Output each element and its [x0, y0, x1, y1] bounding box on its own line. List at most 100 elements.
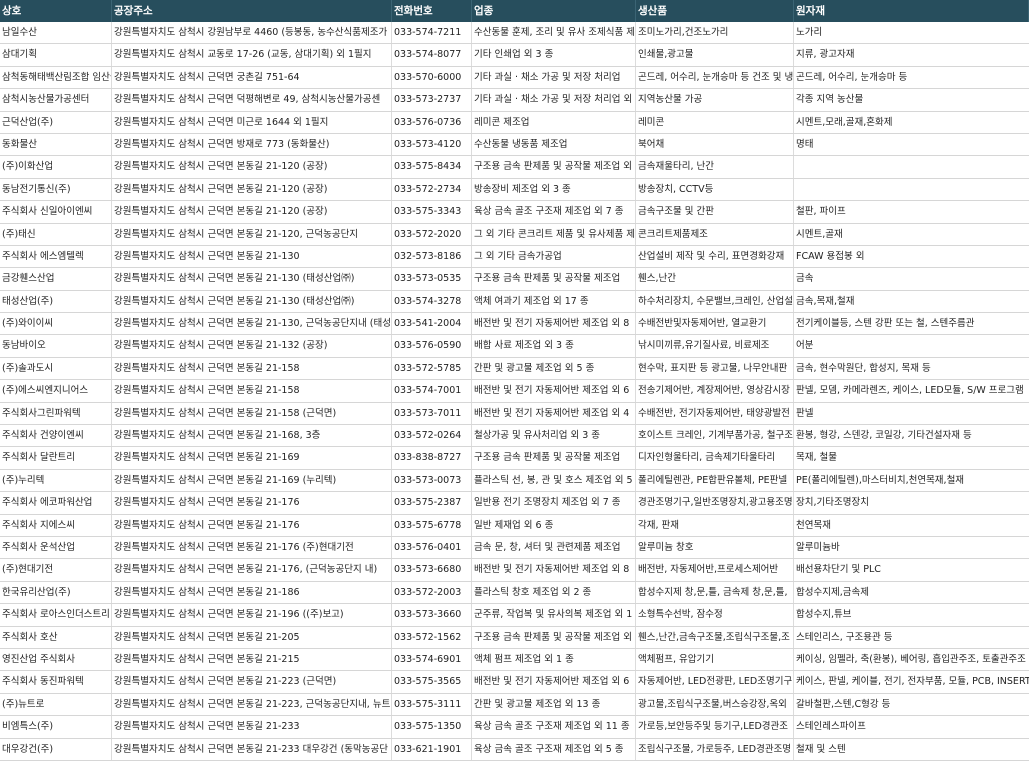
cell-company[interactable]: 대우강건(주): [0, 738, 112, 760]
cell-materials[interactable]: 명태: [794, 134, 1029, 155]
cell-industry[interactable]: 철상가공 및 유사처리업 외 3 종: [472, 425, 636, 447]
cell-address[interactable]: 강원특별자치도 삼척시 교동로 17-26 (교동, 삼대기획) 외 1필지: [112, 44, 392, 66]
cell-products[interactable]: 호이스트 크레인, 기계부품가공, 철구조: [636, 425, 794, 447]
cell-materials[interactable]: 장치,기타조명장치: [794, 492, 1029, 513]
table-row[interactable]: 주식회사그린파워텍 강원특별자치도 삼척시 근덕면 본동길 21-158 (근덕면…: [0, 402, 1029, 426]
cell-phone[interactable]: 033-572-0264: [392, 425, 472, 447]
cell-company[interactable]: 주식회사 건양이엔씨: [0, 425, 112, 447]
cell-products[interactable]: 조립식구조물, 가로등주, LED경관조명: [636, 738, 794, 760]
cell-materials[interactable]: 지류, 광고자재: [794, 44, 1029, 65]
table-row[interactable]: (주)이화산업 강원특별자치도 삼척시 근덕면 본동길 21-120 (공장) 03…: [0, 156, 1029, 179]
cell-phone[interactable]: 033-575-1350: [392, 716, 472, 738]
cell-industry[interactable]: 배전반 및 전기 자동제어반 제조업 외 6: [472, 671, 636, 693]
cell-materials[interactable]: 판넬, 모뎀, 카메라렌즈, 케이스, LED모듈, S/W 프로그램: [794, 380, 1029, 401]
cell-materials[interactable]: 갈바철판,스텐,C형강 등: [794, 694, 1029, 715]
cell-company[interactable]: 삼척시농산물가공센터: [0, 89, 112, 111]
cell-address[interactable]: 강원특별자치도 삼척시 근덕면 본동길 21-120 (공장): [112, 201, 392, 223]
cell-company[interactable]: (주)태신: [0, 223, 112, 245]
cell-products[interactable]: 휀스,난간: [636, 268, 794, 290]
cell-phone[interactable]: 033-575-3343: [392, 201, 472, 223]
cell-products[interactable]: 액체펌프, 유압기기: [636, 648, 794, 671]
cell-industry[interactable]: 기타 과실 · 채소 가공 및 저장 처리업 외: [472, 89, 636, 111]
cell-company[interactable]: 주식회사 에스엠텔렉: [0, 245, 112, 268]
table-row[interactable]: 근덕산업(주) 강원특별자치도 삼척시 근덕면 미근로 1644 외 1필지 033…: [0, 111, 1029, 134]
cell-phone[interactable]: 033-575-6778: [392, 514, 472, 536]
cell-company[interactable]: 주식회사 동진파워텍: [0, 671, 112, 693]
column-header-company[interactable]: 상호: [0, 0, 112, 22]
table-row[interactable]: 주식회사 호산 강원특별자치도 삼척시 근덕면 본동길 21-205 033-572…: [0, 626, 1029, 649]
cell-phone[interactable]: 033-574-8077: [392, 44, 472, 66]
column-header-industry[interactable]: 업종: [472, 0, 636, 22]
cell-products[interactable]: 수배전반및자동제어반, 열교환기: [636, 313, 794, 335]
cell-phone[interactable]: 033-572-5785: [392, 357, 472, 380]
cell-products[interactable]: 알루미늄 창호: [636, 536, 794, 559]
cell-phone[interactable]: 033-573-0073: [392, 469, 472, 492]
cell-materials[interactable]: 전기케이블등, 스텐 강판 또는 철, 스텐주름관: [794, 313, 1029, 334]
cell-materials[interactable]: 배선용차단기 및 PLC: [794, 559, 1029, 580]
cell-phone[interactable]: 033-572-2734: [392, 178, 472, 201]
cell-products[interactable]: 가로등,보안등주및 등기구,LED경관조: [636, 716, 794, 738]
cell-materials[interactable]: 합성수지제,금속제: [794, 582, 1029, 603]
cell-address[interactable]: 강원특별자치도 삼척시 근덕면 본동길 21-215: [112, 648, 392, 671]
table-row[interactable]: 주식회사 달란트리 강원특별자치도 삼척시 근덕면 본동길 21-169 033-8…: [0, 447, 1029, 470]
table-row[interactable]: 주식회사 로아스인더스트리 강원특별자치도 삼척시 근덕면 본동길 21-196 …: [0, 604, 1029, 627]
cell-company[interactable]: 비엠특스(주): [0, 716, 112, 738]
column-header-products[interactable]: 생산품: [636, 0, 794, 22]
cell-materials[interactable]: 각종 지역 농산물: [794, 89, 1029, 110]
cell-products[interactable]: 디자인형울타리, 금속제기타울타리: [636, 447, 794, 469]
table-row[interactable]: 동남전기통신(주) 강원특별자치도 삼척시 근덕면 본동길 21-120 (공장)…: [0, 178, 1029, 202]
table-row[interactable]: 한국유리산업(주) 강원특별자치도 삼척시 근덕면 본동길 21-186 033-5…: [0, 581, 1029, 605]
column-header-phone[interactable]: 전화번호: [392, 0, 472, 22]
table-row[interactable]: (주)뉴트로 강원특별자치도 삼척시 근덕면 본동길 21-223, 근덕농공단지…: [0, 693, 1029, 717]
cell-products[interactable]: 곤드레, 어수리, 눈개승마 등 건조 및 냉: [636, 66, 794, 89]
cell-address[interactable]: 강원특별자치도 삼척시 근덕면 궁촌길 751-64: [112, 66, 392, 89]
cell-industry[interactable]: 액체 펌프 제조업 외 1 종: [472, 648, 636, 671]
cell-industry[interactable]: 배전반 및 전기 자동제어반 제조업 외 6: [472, 380, 636, 402]
cell-address[interactable]: 강원특별자치도 삼척시 근덕면 본동길 21-176: [112, 492, 392, 514]
cell-materials[interactable]: 시멘트,골재: [794, 224, 1029, 245]
table-row[interactable]: (주)솔과도시 강원특별자치도 삼척시 근덕면 본동길 21-158 033-572…: [0, 357, 1029, 381]
cell-phone[interactable]: 033-574-6901: [392, 648, 472, 671]
cell-materials[interactable]: 스테인리스, 구조용관 등: [794, 627, 1029, 648]
cell-company[interactable]: 주식회사 신일아이엔씨: [0, 201, 112, 223]
cell-phone[interactable]: 033-576-0401: [392, 536, 472, 559]
cell-phone[interactable]: 033-573-6680: [392, 559, 472, 581]
cell-materials[interactable]: 환봉, 형강, 스덴강, 코일강, 기타건설자재 등: [794, 425, 1029, 446]
cell-address[interactable]: 강원특별자치도 삼척시 근덕면 본동길 21-158: [112, 380, 392, 402]
cell-phone[interactable]: 033-572-1562: [392, 626, 472, 648]
cell-company[interactable]: 동남전기통신(주): [0, 178, 112, 201]
cell-company[interactable]: 주식회사그린파워텍: [0, 402, 112, 425]
cell-address[interactable]: 강원특별자치도 삼척시 근덕면 본동길 21-158 (근덕면): [112, 402, 392, 425]
cell-phone[interactable]: 033-573-0535: [392, 268, 472, 290]
cell-phone[interactable]: 033-838-8727: [392, 447, 472, 469]
cell-company[interactable]: 주식회사 호산: [0, 626, 112, 648]
cell-phone[interactable]: 033-576-0590: [392, 335, 472, 357]
table-row[interactable]: 주식회사 건양이엔씨 강원특별자치도 삼척시 근덕면 본동길 21-168, 3층…: [0, 425, 1029, 448]
table-row[interactable]: 주식회사 에코파워산업 강원특별자치도 삼척시 근덕면 본동길 21-176 033…: [0, 492, 1029, 515]
cell-materials[interactable]: 천연목재: [794, 515, 1029, 536]
cell-industry[interactable]: 간판 및 광고물 제조업 외 13 종: [472, 693, 636, 716]
cell-address[interactable]: 강원특별자치도 삼척시 근덕면 본동길 21-169 (누리텍): [112, 469, 392, 492]
cell-company[interactable]: 주식회사 에코파워산업: [0, 492, 112, 514]
cell-products[interactable]: 인쇄물,광고물: [636, 44, 794, 66]
cell-materials[interactable]: [794, 179, 1029, 200]
cell-address[interactable]: 강원특별자치도 삼척시 근덕면 본동길 21-130, 근덕농공단지내 (태성: [112, 313, 392, 335]
cell-industry[interactable]: 플라스틱 창호 제조업 외 2 종: [472, 581, 636, 604]
cell-address[interactable]: 강원특별자치도 삼척시 근덕면 본동길 21-176: [112, 514, 392, 536]
cell-address[interactable]: 강원특별자치도 삼척시 근덕면 본동길 21-196 ((주)보고): [112, 604, 392, 626]
cell-address[interactable]: 강원특별자치도 삼척시 근덕면 본동길 21-130 (태성산업㈜): [112, 290, 392, 313]
cell-address[interactable]: 강원특별자치도 삼척시 근덕면 덕평해변로 49, 삼척시농산물가공센: [112, 89, 392, 111]
cell-address[interactable]: 강원특별자치도 삼척시 근덕면 본동길 21-168, 3층: [112, 425, 392, 447]
cell-address[interactable]: 강원특별자치도 삼척시 근덕면 방재로 773 (동화물산): [112, 133, 392, 156]
cell-address[interactable]: 강원특별자치도 삼척시 근덕면 본동길 21-132 (공장): [112, 335, 392, 357]
cell-materials[interactable]: 케이스, 판넬, 케이블, 전기, 전자부품, 모듈, PCB, INSERT: [794, 671, 1029, 692]
table-row[interactable]: 금강휀스산업 강원특별자치도 삼척시 근덕면 본동길 21-130 (태성산업㈜)…: [0, 268, 1029, 291]
table-row[interactable]: 주식회사 에스엠텔렉 강원특별자치도 삼척시 근덕면 본동길 21-130 032-…: [0, 245, 1029, 269]
cell-address[interactable]: 강원특별자치도 삼척시 근덕면 본동길 21-233: [112, 716, 392, 738]
cell-materials[interactable]: 노가리: [794, 22, 1029, 43]
cell-address[interactable]: 강원특별자치도 삼척시 근덕면 본동길 21-223 (근덕면): [112, 671, 392, 693]
table-row[interactable]: 주식회사 동진파워텍 강원특별자치도 삼척시 근덕면 본동길 21-223 (근덕…: [0, 671, 1029, 694]
table-row[interactable]: (주)에스씨엔지니어스 강원특별자치도 삼척시 근덕면 본동길 21-158 033…: [0, 380, 1029, 403]
cell-address[interactable]: 강원특별자치도 삼척시 강원남부로 4460 (등봉동, 농수산식품제조가: [112, 22, 392, 44]
cell-products[interactable]: 전송기제어반, 계장제어반, 영상감시장: [636, 380, 794, 402]
